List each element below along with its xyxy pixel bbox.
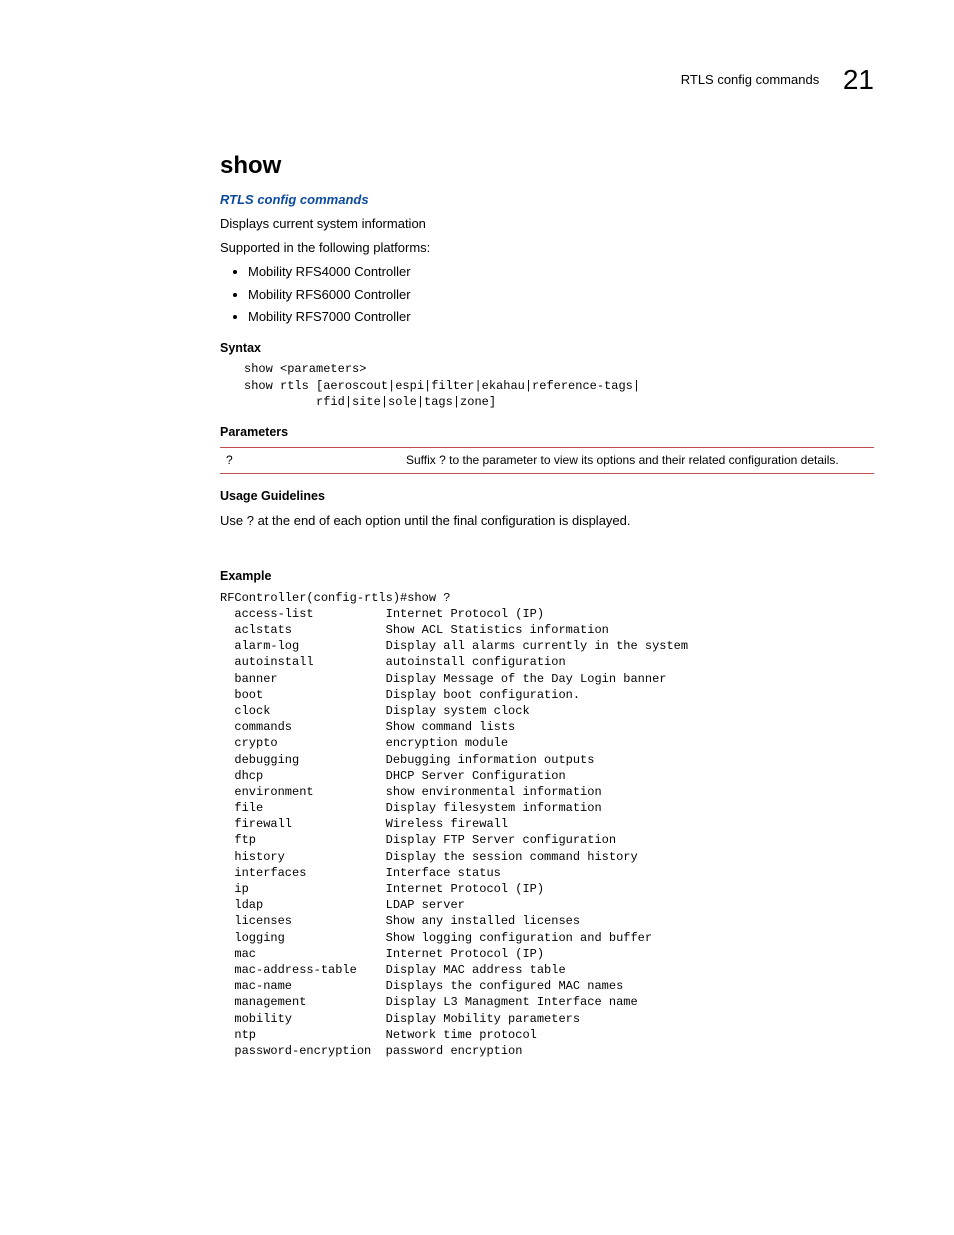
intro-text-1: Displays current system information	[220, 215, 874, 233]
list-item: Mobility RFS4000 Controller	[248, 263, 874, 281]
intro-text-2: Supported in the following platforms:	[220, 239, 874, 257]
header-section: RTLS config commands	[681, 71, 820, 89]
table-row: ? Suffix ? to the parameter to view its …	[220, 448, 874, 473]
parameters-table: ? Suffix ? to the parameter to view its …	[220, 447, 874, 474]
param-desc: Suffix ? to the parameter to view its op…	[406, 452, 874, 469]
list-item: Mobility RFS7000 Controller	[248, 308, 874, 326]
example-heading: Example	[220, 568, 874, 586]
syntax-heading: Syntax	[220, 340, 874, 358]
header-chapter-number: 21	[843, 60, 874, 99]
breadcrumb-link[interactable]: RTLS config commands	[220, 191, 874, 209]
content-area: show RTLS config commands Displays curre…	[220, 149, 874, 1059]
syntax-code-block: show <parameters> show rtls [aeroscout|e…	[244, 361, 874, 410]
usage-heading: Usage Guidelines	[220, 488, 874, 506]
parameters-heading: Parameters	[220, 424, 874, 442]
page-title: show	[220, 149, 874, 183]
param-name: ?	[220, 452, 406, 469]
platform-list: Mobility RFS4000 Controller Mobility RFS…	[220, 263, 874, 326]
usage-text: Use ? at the end of each option until th…	[220, 512, 874, 530]
list-item: Mobility RFS6000 Controller	[248, 286, 874, 304]
example-code-block: RFController(config-rtls)#show ? access-…	[220, 590, 874, 1059]
page-header: RTLS config commands 21	[80, 60, 874, 99]
